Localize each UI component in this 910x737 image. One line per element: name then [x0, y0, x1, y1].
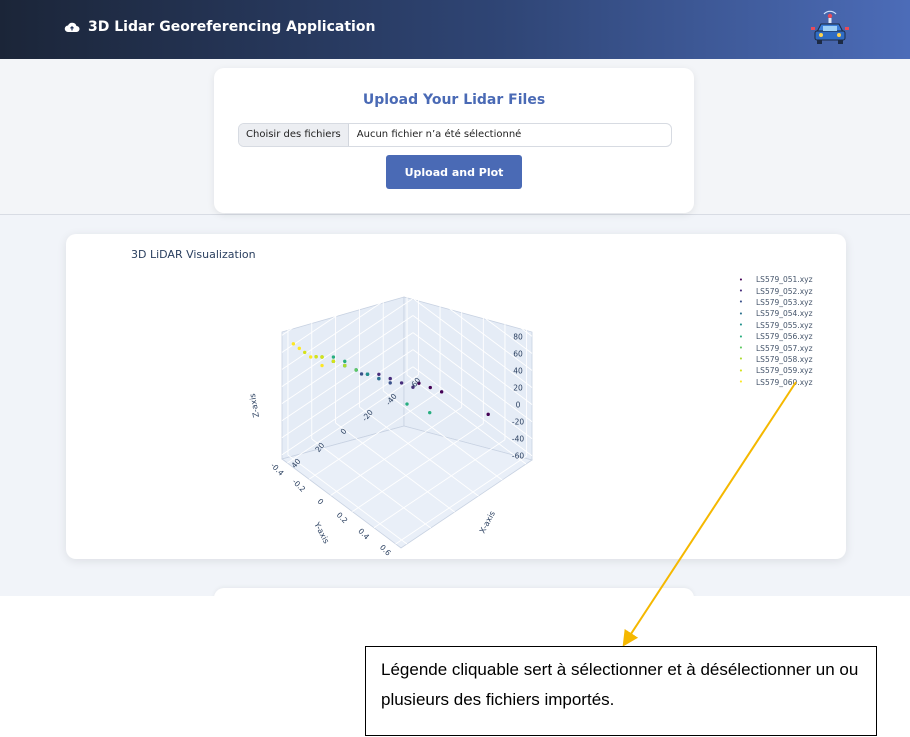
annotation-text: Légende cliquable sert à sélectionner et… — [381, 660, 859, 709]
annotation-arrow — [622, 381, 797, 647]
annotation-callout: Légende cliquable sert à sélectionner et… — [365, 646, 877, 736]
